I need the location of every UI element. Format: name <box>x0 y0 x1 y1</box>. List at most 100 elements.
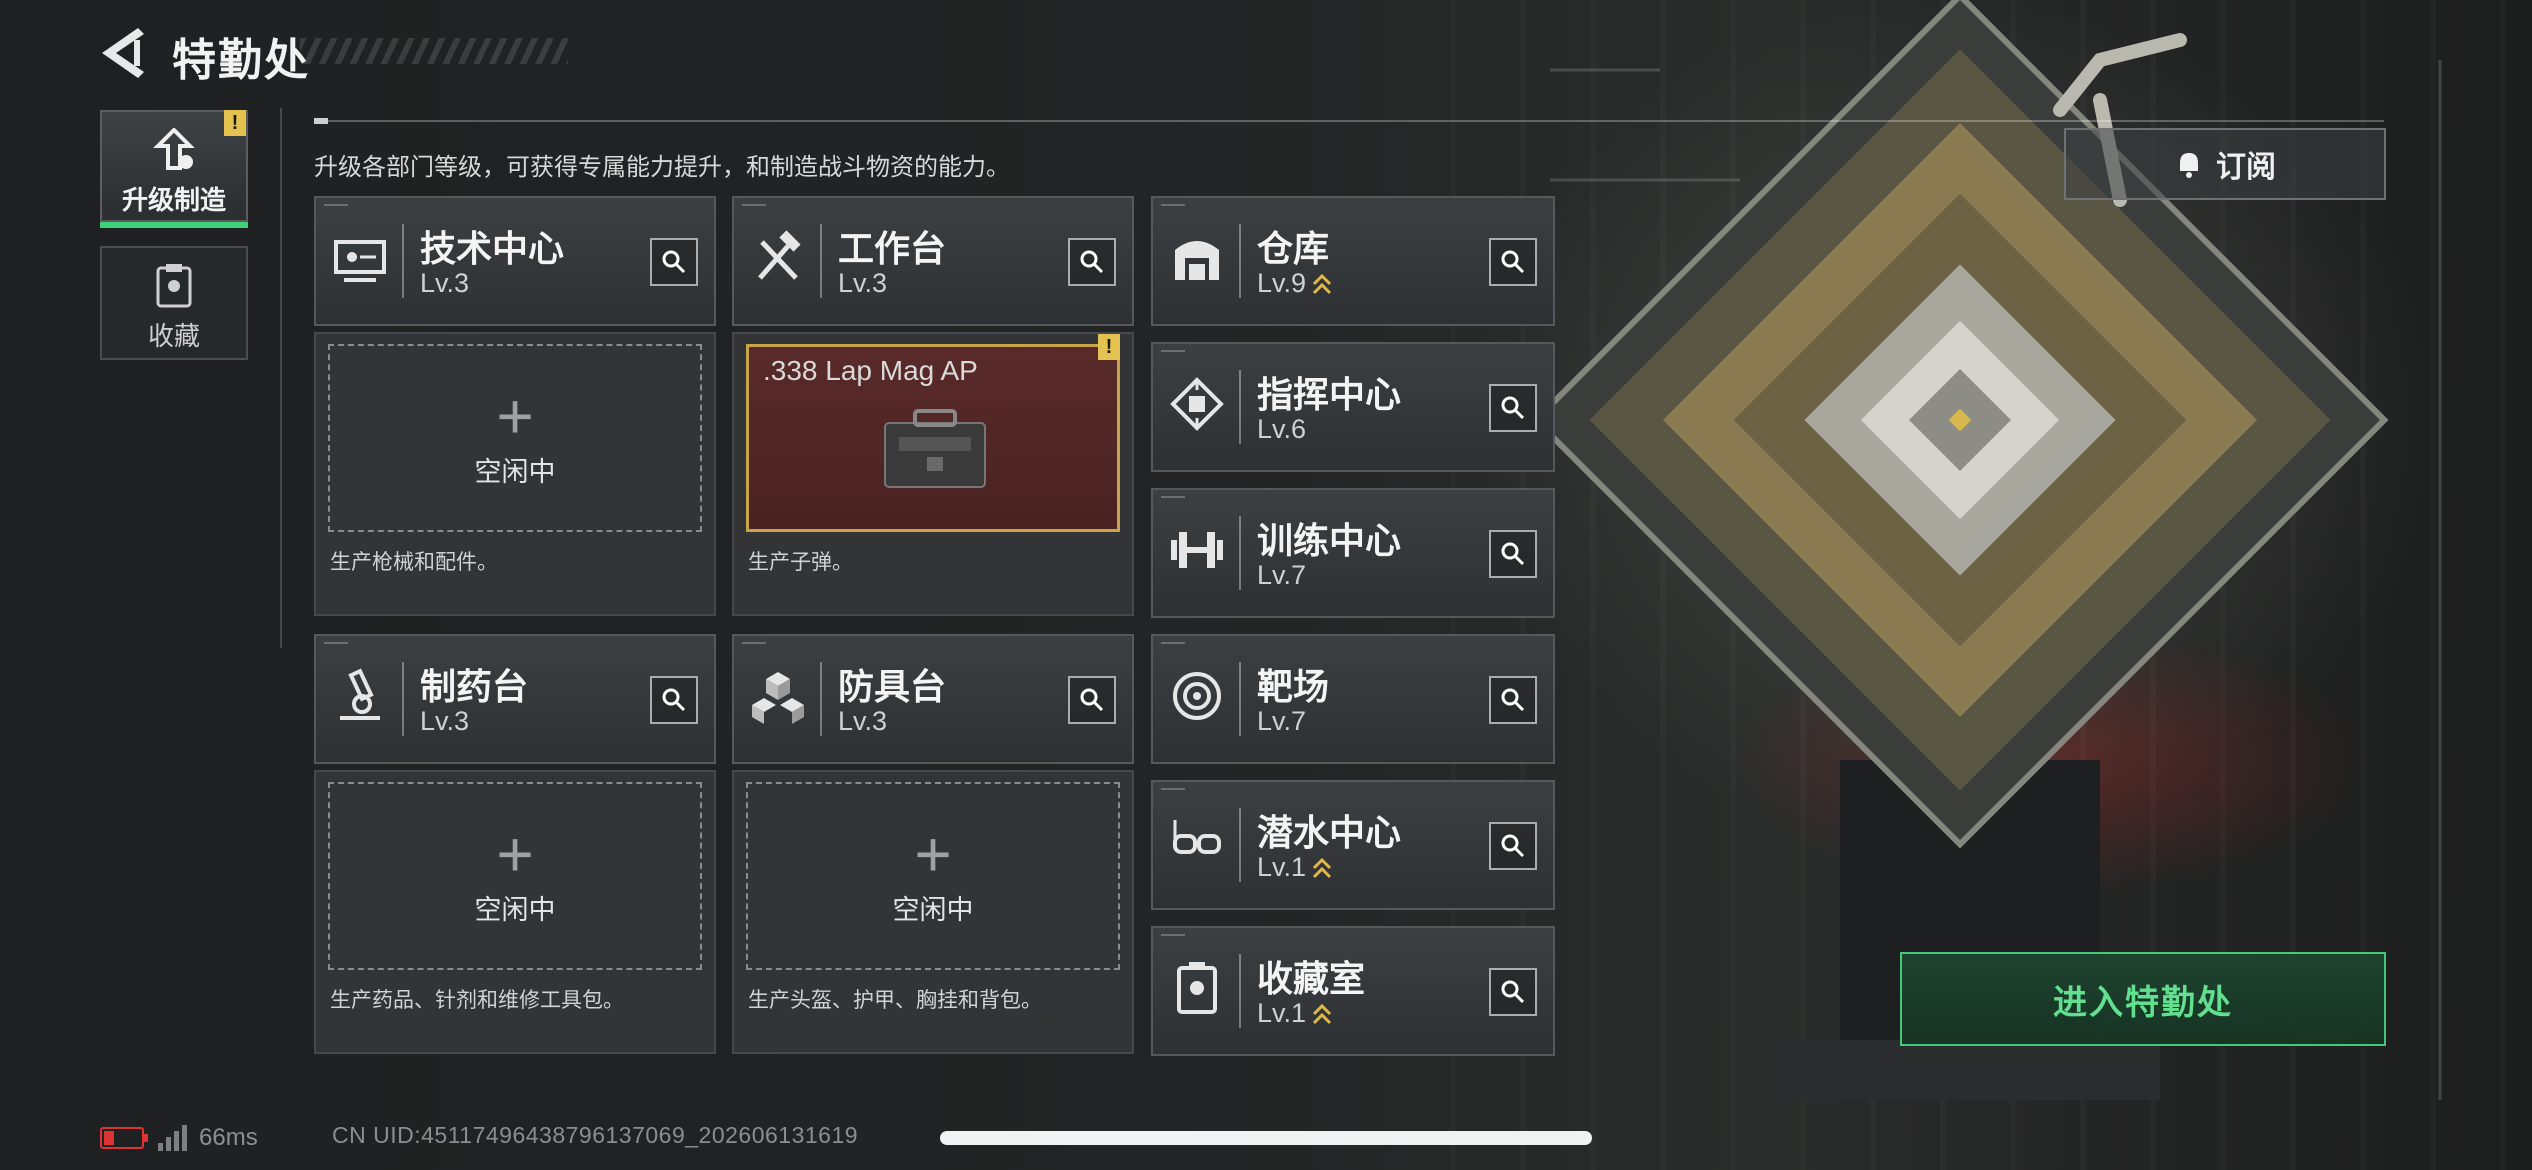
inspect-button[interactable] <box>1068 676 1116 724</box>
station-level-text: Lv.1 <box>1257 852 1307 882</box>
enter-hideout-button[interactable]: 进入特勤处 <box>1900 952 2386 1046</box>
upgrade-available-icon <box>1312 857 1332 878</box>
inspect-button[interactable] <box>1489 822 1537 870</box>
station-level: Lv.1 <box>1257 998 1332 1029</box>
dumbbell-icon <box>1171 532 1223 568</box>
back-arrow-icon[interactable] <box>98 26 144 80</box>
workbench-production-slot[interactable]: .338 Lap Mag AP ! 生产子弹。 <box>732 332 1134 616</box>
station-pharmacy[interactable]: 制药台 Lv.3 <box>314 634 716 764</box>
sidebar-divider <box>280 108 282 648</box>
inspect-button[interactable] <box>1068 238 1116 286</box>
station-collection-room[interactable]: 收藏室 Lv.1 <box>1151 926 1555 1056</box>
tab-collection-label: 收藏 <box>147 321 200 351</box>
production-description: 生产头盔、护甲、胸挂和背包。 <box>748 989 1042 1012</box>
station-training-center[interactable]: 训练中心 Lv.7 <box>1151 488 1555 618</box>
card-corner-mark <box>324 204 348 208</box>
card-separator <box>1239 370 1241 444</box>
station-level-text: Lv.3 <box>838 706 888 736</box>
card-corner-mark <box>1161 934 1185 938</box>
station-diving-center[interactable]: 潜水中心 Lv.1 <box>1151 780 1555 910</box>
inspect-button[interactable] <box>1489 384 1537 432</box>
card-separator <box>820 224 822 298</box>
card-corner-mark <box>1161 642 1185 646</box>
station-level-text: Lv.7 <box>1257 706 1307 736</box>
card-separator <box>1239 662 1241 736</box>
trophy-case-icon <box>1177 962 1217 1014</box>
chip-icon <box>1170 377 1224 431</box>
tech-center-production-slot[interactable]: + 空闲中 生产枪械和配件。 <box>314 332 716 616</box>
station-command-center[interactable]: 指挥中心 Lv.6 <box>1151 342 1555 472</box>
card-separator <box>820 662 822 736</box>
inspect-button[interactable] <box>650 676 698 724</box>
card-corner-mark <box>742 642 766 646</box>
card-separator <box>1239 808 1241 882</box>
enter-hideout-label: 进入特勤处 <box>2053 983 2233 1022</box>
collection-icon <box>156 264 192 308</box>
station-shooting-range[interactable]: 靶场 Lv.7 <box>1151 634 1555 764</box>
station-tech-center[interactable]: 技术中心 Lv.3 <box>314 196 716 326</box>
station-name: 训练中心 <box>1257 520 1402 561</box>
upgrade-available-icon <box>1312 273 1332 294</box>
card-corner-mark <box>1161 204 1185 208</box>
status-bar: 66ms <box>100 1120 258 1156</box>
station-name: 收藏室 <box>1257 958 1366 999</box>
add-icon: + <box>496 817 534 890</box>
target-icon <box>1173 672 1221 720</box>
add-icon: + <box>496 379 534 452</box>
idle-label: 空闲中 <box>892 894 974 925</box>
station-name: 防具台 <box>838 666 947 707</box>
station-armor-bench[interactable]: 防具台 Lv.3 <box>732 634 1134 764</box>
warehouse-icon <box>1175 241 1219 280</box>
card-corner-mark <box>742 204 766 208</box>
pharmacy-production-slot[interactable]: + 空闲中 生产药品、针剂和维修工具包。 <box>314 770 716 1054</box>
tab-warning-badge: ! <box>224 110 246 136</box>
station-name: 潜水中心 <box>1257 812 1402 853</box>
station-name: 靶场 <box>1257 666 1330 707</box>
search-icon <box>662 688 686 712</box>
armor-bench-production-slot[interactable]: + 空闲中 生产头盔、护甲、胸挂和背包。 <box>732 770 1134 1054</box>
computer-icon <box>334 240 386 282</box>
ammo-box-icon <box>884 409 986 488</box>
card-separator <box>402 224 404 298</box>
station-level: Lv.7 <box>1257 560 1306 591</box>
station-name: 技术中心 <box>420 228 565 269</box>
card-corner-mark <box>1161 788 1185 792</box>
inspect-button[interactable] <box>650 238 698 286</box>
subscribe-button[interactable]: 订阅 <box>2064 128 2386 200</box>
station-level-text: Lv.7 <box>1257 560 1307 590</box>
card-separator <box>1239 954 1241 1028</box>
inspect-button[interactable] <box>1489 968 1537 1016</box>
search-icon <box>1501 980 1525 1004</box>
idle-slot[interactable]: + 空闲中 <box>328 344 702 532</box>
home-indicator[interactable] <box>940 1131 1592 1145</box>
card-separator <box>1239 224 1241 298</box>
idle-slot[interactable]: + 空闲中 <box>746 782 1120 970</box>
search-icon <box>662 250 686 274</box>
inspect-button[interactable] <box>1489 676 1537 724</box>
station-name: 制药台 <box>420 666 529 707</box>
page-title: 特勤处 <box>172 36 310 85</box>
production-description: 生产药品、针剂和维修工具包。 <box>330 989 624 1012</box>
title-decoration <box>300 38 568 64</box>
subscribe-label: 订阅 <box>2216 151 2276 184</box>
search-icon <box>1501 542 1525 566</box>
station-level: Lv.9 <box>1257 268 1332 299</box>
page-description: 升级各部门等级，可获得专属能力提升，和制造战斗物资的能力。 <box>314 154 1010 181</box>
inspect-button[interactable] <box>1489 530 1537 578</box>
station-level: Lv.6 <box>1257 414 1306 445</box>
station-warehouse[interactable]: 仓库 Lv.9 <box>1151 196 1555 326</box>
tab-upgrade-craft-label: 升级制造 <box>121 185 226 215</box>
station-level: Lv.3 <box>838 706 887 737</box>
station-name: 指挥中心 <box>1257 374 1402 415</box>
crafting-item-slot[interactable]: .338 Lap Mag AP <box>746 344 1120 532</box>
ping-value: 66ms <box>199 1124 258 1151</box>
station-level-text: Lv.1 <box>1257 998 1307 1028</box>
cubes-icon <box>752 672 804 724</box>
upgrade-available-icon <box>1312 1003 1332 1024</box>
idle-slot[interactable]: + 空闲中 <box>328 782 702 970</box>
tab-collection[interactable]: 收藏 <box>100 246 248 360</box>
user-uid: CN UID:4511749643879613706​9_20260613161… <box>332 1122 859 1148</box>
station-workbench[interactable]: 工作台 Lv.3 <box>732 196 1134 326</box>
inspect-button[interactable] <box>1489 238 1537 286</box>
search-icon <box>1501 834 1525 858</box>
